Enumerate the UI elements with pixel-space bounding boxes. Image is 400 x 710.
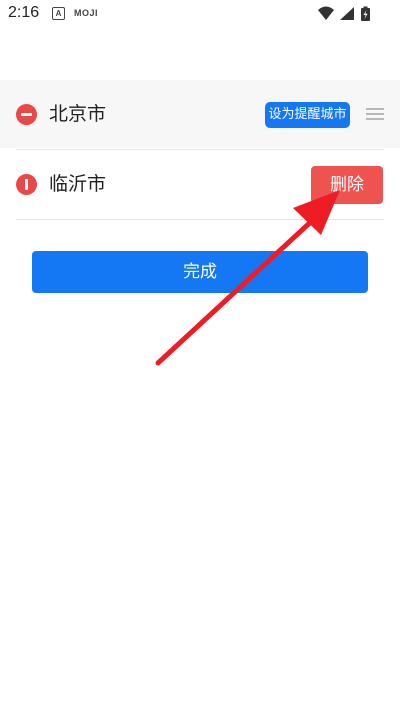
city-row-beijing[interactable]: 北京市 设为提醒城市 [0, 80, 400, 148]
signal-icon [340, 7, 354, 20]
drag-handle-icon[interactable] [366, 108, 384, 120]
remove-circle-icon[interactable] [16, 104, 37, 125]
status-bar: 2:16 A MOJI [0, 0, 400, 28]
delete-button[interactable]: 删除 [311, 166, 383, 204]
city-name: 临沂市 [49, 173, 107, 195]
notification-moji-icon: MOJI [74, 8, 99, 18]
divider [16, 219, 384, 220]
notification-a-icon: A [52, 7, 65, 20]
status-time: 2:16 [8, 4, 40, 21]
city-row-linyi[interactable]: 临沂市 删除 [0, 150, 400, 218]
wifi-icon [318, 6, 334, 20]
battery-charging-icon [361, 6, 370, 21]
status-icons [318, 6, 370, 21]
done-button[interactable]: 完成 [32, 251, 368, 293]
set-reminder-city-button[interactable]: 设为提醒城市 [265, 102, 350, 128]
city-name: 北京市 [49, 103, 107, 125]
remove-circle-rotated-icon[interactable] [16, 174, 37, 195]
